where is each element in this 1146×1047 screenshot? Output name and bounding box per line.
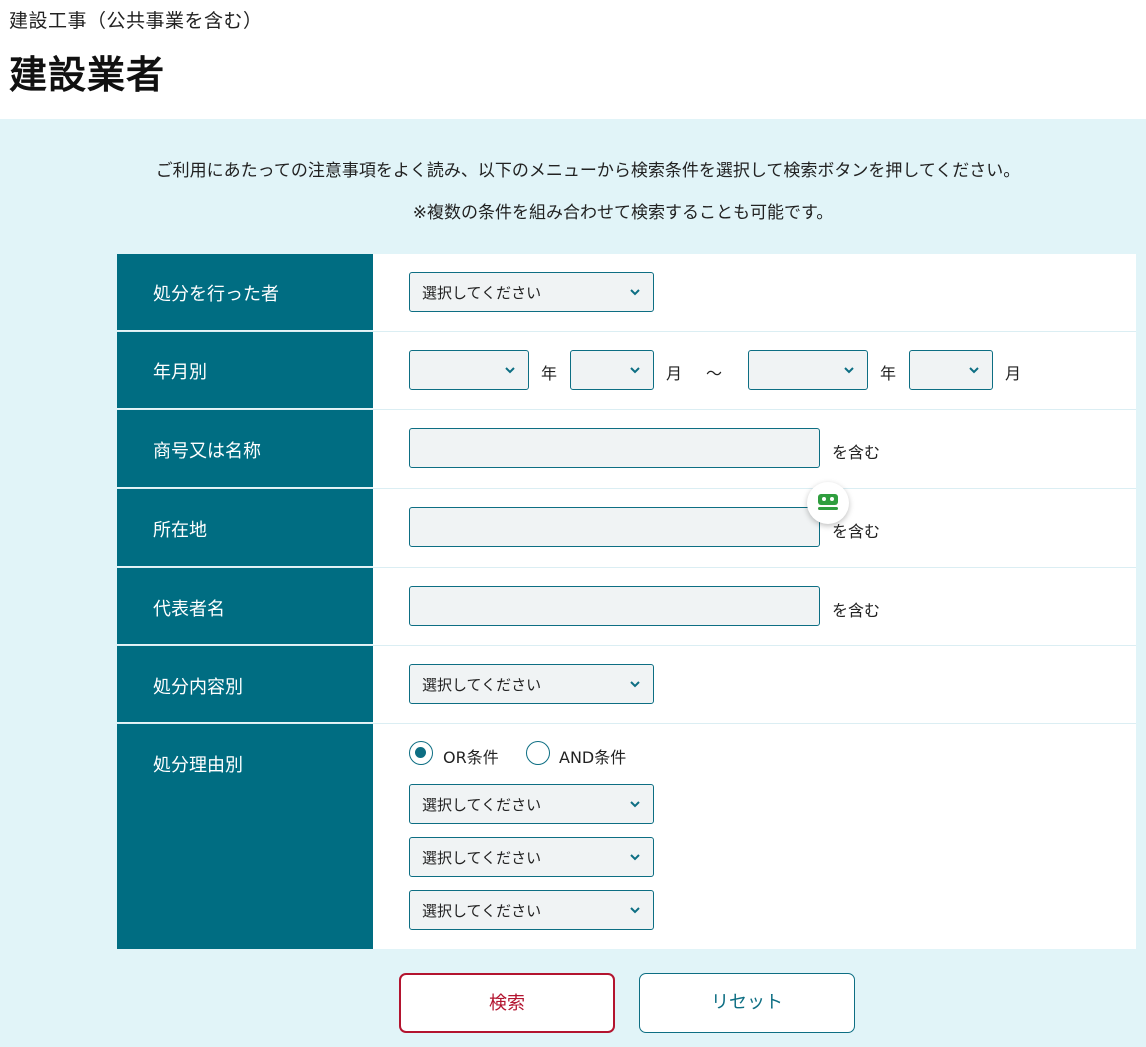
select-value: 選択してください xyxy=(422,796,542,814)
select-value: 選択してください xyxy=(422,902,542,920)
to-year-select[interactable] xyxy=(748,350,868,390)
contains-suffix: を含む xyxy=(832,443,881,462)
form-row-company: 商号又は名称 を含む xyxy=(117,410,1136,489)
month-unit: 月 xyxy=(666,364,683,383)
intro-note: ※複数の条件を組み合わせて検索することも可能です。 xyxy=(412,203,834,223)
select-value: 選択してください xyxy=(422,849,542,867)
select-value: 選択してください xyxy=(422,676,542,694)
page-header: 建設工事（公共事業を含む） 建設業者 xyxy=(0,0,1146,119)
year-unit: 年 xyxy=(541,364,558,383)
page-title: 建設業者 xyxy=(9,53,166,97)
representative-input[interactable] xyxy=(409,586,820,626)
robot-eye xyxy=(830,497,834,501)
chevron-down-icon xyxy=(630,681,640,688)
search-button[interactable]: 検索 xyxy=(399,973,615,1033)
assistant-robot-icon[interactable] xyxy=(807,482,849,524)
or-condition-label[interactable]: OR条件 xyxy=(443,744,499,768)
or-condition-radio[interactable] xyxy=(409,741,433,765)
intro-text: ご利用にあたっての注意事項をよく読み、以下のメニューから検索条件を選択して検索ボ… xyxy=(155,161,1021,181)
reset-button[interactable]: リセット xyxy=(639,973,855,1033)
row-label-cell: 処分内容別 xyxy=(117,646,373,723)
row-label: 処分内容別 xyxy=(153,677,243,698)
company-name-input[interactable] xyxy=(409,428,820,468)
form-row-representative: 代表者名 を含む xyxy=(117,568,1136,646)
robot-eye xyxy=(822,497,826,501)
chevron-down-icon xyxy=(630,367,640,374)
form-row-disposition-reason: 処分理由別 OR条件 AND条件 選択してください 選択してください 選択してく… xyxy=(117,724,1136,949)
contains-suffix: を含む xyxy=(832,522,881,541)
form-row-date: 年月別 年 月 ～ 年 月 xyxy=(117,332,1136,410)
row-label: 代表者名 xyxy=(153,599,225,620)
chevron-down-icon xyxy=(969,367,979,374)
search-form: 処分を行った者 選択してください 年月別 年 月 ～ 年 月 商号又は名称 を含… xyxy=(117,254,1136,949)
form-row-address: 所在地 を含む xyxy=(117,489,1136,568)
address-input[interactable] xyxy=(409,507,820,547)
row-label-cell: 処分理由別 xyxy=(117,724,373,949)
form-row-disposition-type: 処分内容別 選択してください xyxy=(117,646,1136,724)
contains-suffix: を含む xyxy=(832,601,881,620)
reason-select-3[interactable]: 選択してください xyxy=(409,890,654,930)
row-label-cell: 処分を行った者 xyxy=(117,254,373,331)
row-label: 処分を行った者 xyxy=(153,284,279,305)
robot-base xyxy=(818,507,838,510)
and-condition-radio[interactable] xyxy=(526,741,550,765)
chevron-down-icon xyxy=(844,367,854,374)
row-label-cell: 商号又は名称 xyxy=(117,410,373,488)
chevron-down-icon xyxy=(505,367,515,374)
month-unit: 月 xyxy=(1005,364,1022,383)
form-row-authority: 処分を行った者 選択してください xyxy=(117,254,1136,332)
from-year-select[interactable] xyxy=(409,350,529,390)
to-month-select[interactable] xyxy=(909,350,993,390)
reason-select-1[interactable]: 選択してください xyxy=(409,784,654,824)
row-label-cell: 年月別 xyxy=(117,332,373,409)
radio-selected-dot xyxy=(415,747,426,758)
row-label: 商号又は名称 xyxy=(153,441,261,462)
authority-select[interactable]: 選択してください xyxy=(409,272,654,312)
year-unit: 年 xyxy=(880,364,897,383)
chevron-down-icon xyxy=(630,907,640,914)
and-condition-label[interactable]: AND条件 xyxy=(559,744,626,768)
row-label: 処分理由別 xyxy=(153,755,243,776)
disposition-type-select[interactable]: 選択してください xyxy=(409,664,654,704)
row-label: 年月別 xyxy=(153,362,207,383)
row-label-cell: 所在地 xyxy=(117,489,373,567)
from-month-select[interactable] xyxy=(570,350,654,390)
row-label: 所在地 xyxy=(153,520,207,541)
chevron-down-icon xyxy=(630,801,640,808)
page-subtitle: 建設工事（公共事業を含む） xyxy=(9,10,263,32)
chevron-down-icon xyxy=(630,289,640,296)
range-separator: ～ xyxy=(706,364,723,383)
select-value: 選択してください xyxy=(422,284,542,302)
row-label-cell: 代表者名 xyxy=(117,568,373,645)
reason-select-2[interactable]: 選択してください xyxy=(409,837,654,877)
chevron-down-icon xyxy=(630,854,640,861)
robot-face xyxy=(818,494,838,505)
